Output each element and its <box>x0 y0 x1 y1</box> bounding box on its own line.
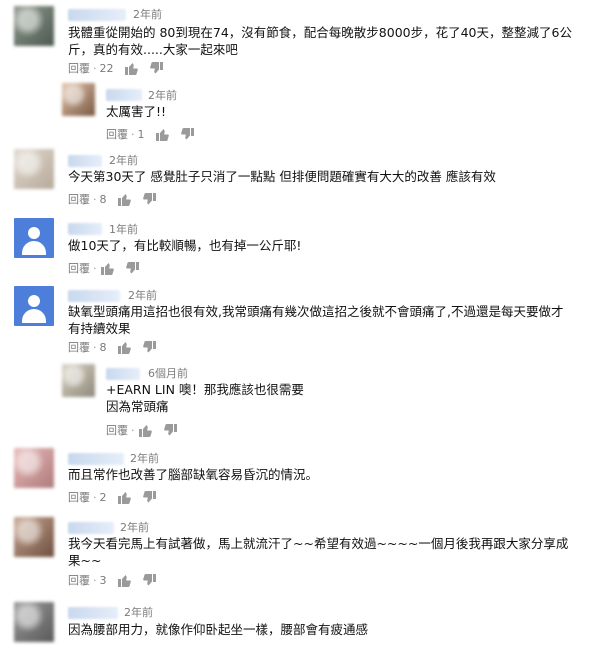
thumb-up-icon[interactable] <box>117 193 131 206</box>
comment-text: +EARN LIN 噢！那我應該也很需要 因為常頭痛 <box>106 382 304 414</box>
reply-button[interactable]: 回覆 <box>68 489 90 505</box>
reply-button[interactable]: 回覆 <box>106 422 128 438</box>
avatar[interactable] <box>62 83 95 116</box>
comment-text: 做10天了，有比較順暢，也有掉一公斤耶! <box>68 238 302 253</box>
avatar[interactable] <box>14 448 54 488</box>
author-name[interactable] <box>106 368 140 380</box>
comment-time[interactable]: 2年前 <box>148 87 177 103</box>
comment-actions: 回覆 · 8 <box>68 340 167 354</box>
comment-actions: 回覆 · 8 <box>68 192 167 206</box>
thumb-up-icon[interactable] <box>124 62 138 75</box>
thumb-down-icon[interactable] <box>163 423 178 437</box>
reply-button[interactable]: 回覆 <box>68 191 90 207</box>
comment-actions: 回覆 · 1 <box>106 127 205 141</box>
like-count: 2 <box>99 490 107 504</box>
reply-button[interactable]: 回覆 <box>68 572 90 588</box>
comment-time[interactable]: 2年前 <box>128 287 157 303</box>
like-count: 8 <box>99 192 107 206</box>
reply-button[interactable]: 回覆 <box>68 60 90 76</box>
comment-actions: 回覆 · <box>68 261 150 275</box>
comment-time[interactable]: 2年前 <box>109 152 138 168</box>
like-count: 1 <box>137 127 145 141</box>
thumb-down-icon[interactable] <box>149 61 164 75</box>
avatar[interactable] <box>14 6 54 46</box>
comment-actions: 回覆 · 22 <box>68 61 174 75</box>
comment-actions: 回覆 · 3 <box>68 573 167 587</box>
comment-time[interactable]: 6個月前 <box>148 365 188 381</box>
avatar[interactable] <box>14 286 54 326</box>
thumb-up-icon[interactable] <box>117 574 131 587</box>
author-name[interactable] <box>68 9 126 21</box>
comment-text: 今天第30天了 感覺肚子只消了一點點 但排便問題確實有大大的改善 應該有效 <box>68 169 496 184</box>
comment-time[interactable]: 1年前 <box>109 221 138 237</box>
avatar[interactable] <box>62 364 95 397</box>
thumb-down-icon[interactable] <box>180 127 195 141</box>
thumb-down-icon[interactable] <box>142 340 157 354</box>
reply-button[interactable]: 回覆 <box>106 126 128 142</box>
avatar[interactable] <box>14 149 54 189</box>
reply-button[interactable]: 回覆 <box>68 339 90 355</box>
author-name[interactable] <box>68 223 102 235</box>
comment-text: 太厲害了!! <box>106 104 167 119</box>
thumb-up-icon[interactable] <box>100 262 114 275</box>
comment-text: 我今天看完馬上有試著做，馬上就流汗了~~希望有效過~~~~一個月後我再跟大家分享… <box>68 536 569 568</box>
like-count: 8 <box>99 340 107 354</box>
author-name[interactable] <box>68 290 120 302</box>
comment-text: 我體重從開始的 80到現在74，沒有節食，配合每晚散步8000步，花了40天，整… <box>68 25 572 57</box>
author-name[interactable] <box>68 155 102 167</box>
author-name[interactable] <box>106 89 142 101</box>
comment-time[interactable]: 2年前 <box>133 6 162 22</box>
avatar[interactable] <box>14 517 54 557</box>
comment-text: 因為腰部用力，就像作仰卧起坐一樣，腰部會有疲通感 <box>68 622 369 637</box>
thumb-down-icon[interactable] <box>125 261 140 275</box>
thumb-up-icon[interactable] <box>117 341 131 354</box>
author-name[interactable] <box>68 522 114 534</box>
avatar[interactable] <box>14 218 54 258</box>
comment-time[interactable]: 2年前 <box>130 450 159 466</box>
thumb-down-icon[interactable] <box>142 490 157 504</box>
thumb-up-icon[interactable] <box>138 424 152 437</box>
thumb-up-icon[interactable] <box>155 128 169 141</box>
thumb-down-icon[interactable] <box>142 192 157 206</box>
comment-time[interactable]: 2年前 <box>120 519 149 535</box>
thumb-up-icon[interactable] <box>117 491 131 504</box>
comment-time[interactable]: 2年前 <box>124 604 153 620</box>
comment-text: 缺氧型頭痛用這招也很有效,我常頭痛有幾次做這招之後就不會頭痛了,不過還是每天要做… <box>68 304 564 336</box>
avatar[interactable] <box>14 602 54 642</box>
comment-actions: 回覆 · 2 <box>68 490 167 504</box>
thumb-down-icon[interactable] <box>142 573 157 587</box>
reply-button[interactable]: 回覆 <box>68 260 90 276</box>
comment-actions: 回覆 · <box>106 423 188 437</box>
like-count: 3 <box>99 573 107 587</box>
author-name[interactable] <box>68 607 118 619</box>
comment-text: 而且常作也改善了腦部缺氧容易昏沉的情況。 <box>68 467 319 482</box>
like-count: 22 <box>99 61 114 75</box>
author-name[interactable] <box>68 453 124 465</box>
